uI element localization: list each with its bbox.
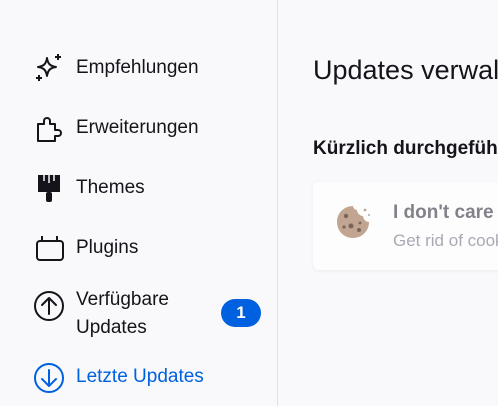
sidebar-item-label: Empfehlungen [76, 57, 199, 78]
addon-card[interactable]: I don't care about cookies Get rid of co… [313, 182, 498, 270]
sidebar: Empfehlungen Erweiterungen Themes Plugin… [0, 0, 278, 406]
paintbrush-icon [33, 172, 65, 204]
section-title: Kürzlich durchgeführte Updates [313, 138, 498, 159]
sidebar-item-recommendations[interactable]: Empfehlungen [0, 50, 277, 86]
sidebar-item-extensions[interactable]: Erweiterungen [0, 110, 277, 146]
sidebar-item-plugins[interactable]: Plugins [0, 230, 277, 266]
sidebar-item-label: Erweiterungen [76, 117, 199, 138]
sidebar-item-label: Plugins [76, 237, 139, 258]
arrow-down-circle-icon [33, 362, 65, 394]
plugin-icon [33, 232, 65, 264]
sidebar-item-label: Themes [76, 177, 145, 198]
addon-name[interactable]: I don't care about cookies [393, 202, 498, 224]
page-title: Updates verwalten [313, 55, 498, 85]
main-content: Updates verwalten Kürzlich durchgeführte… [278, 0, 498, 406]
sidebar-item-label: Letzte Updates [76, 366, 204, 387]
update-count-badge: 1 [221, 299, 261, 327]
sidebar-item-recent-updates[interactable]: Letzte Updates [0, 360, 277, 396]
arrow-up-circle-icon [33, 290, 65, 322]
puzzle-icon [33, 112, 65, 144]
sidebar-item-themes[interactable]: Themes [0, 170, 277, 206]
sidebar-item-available-updates[interactable]: Verfügbare Updates 1 [0, 286, 277, 342]
cookie-icon [335, 204, 371, 240]
addon-description: Get rid of cookie warnings [393, 231, 498, 250]
sidebar-item-label: Verfügbare Updates [76, 289, 169, 338]
sparkles-icon [33, 52, 65, 84]
